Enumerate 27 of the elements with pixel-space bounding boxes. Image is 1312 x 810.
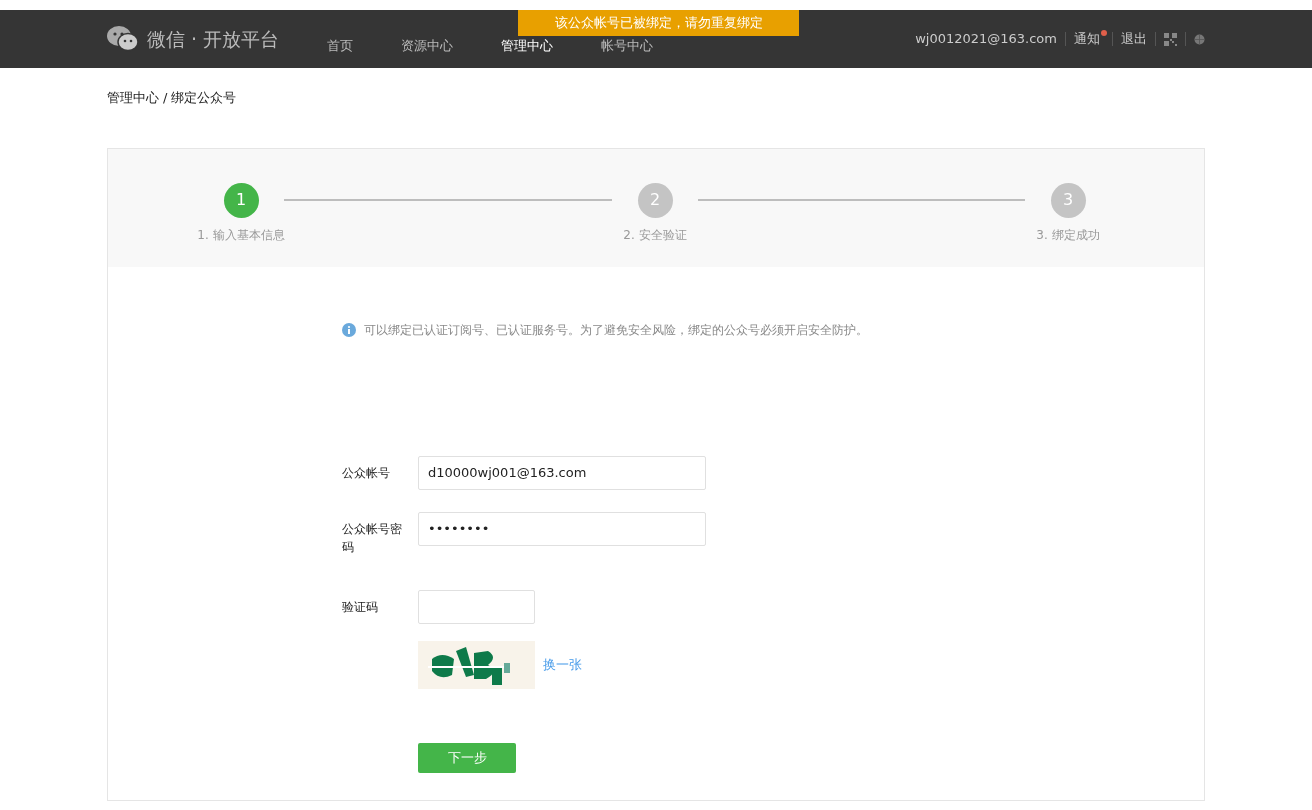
- step-label: 2. 安全验证: [623, 226, 687, 244]
- info-message: 可以绑定已认证订阅号、已认证服务号。为了避免安全风险，绑定的公众号必须开启安全防护。: [364, 321, 868, 339]
- brand-title: 微信 · 开放平台: [147, 26, 280, 52]
- breadcrumb-separator: /: [163, 89, 168, 107]
- nav-link[interactable]: 资源中心: [401, 22, 454, 56]
- captcha-field[interactable]: [418, 589, 535, 624]
- info-icon: [342, 322, 356, 337]
- field-label: 公众帐号: [342, 464, 391, 482]
- step-label: 3. 绑定成功: [1036, 226, 1100, 244]
- step-circle: 2: [637, 182, 673, 218]
- step-circle: 1: [223, 182, 259, 218]
- logout-link[interactable]: 退出: [1121, 29, 1147, 49]
- account-field[interactable]: d10000wj001@163.com: [418, 455, 706, 490]
- password-field[interactable]: ••••••••: [418, 511, 706, 546]
- field-label: 公众帐号密码: [342, 520, 403, 556]
- nav-link[interactable]: 首页: [327, 22, 354, 56]
- error-toast: 该公众帐号已被绑定，请勿重复绑定: [518, 10, 799, 36]
- step-label: 1. 输入基本信息: [197, 226, 285, 244]
- user-email: wj0012021@163.com: [915, 30, 1057, 49]
- globe-icon[interactable]: [1194, 33, 1205, 45]
- notification-link[interactable]: 通知: [1074, 31, 1100, 47]
- breadcrumb-item[interactable]: 管理中心: [107, 88, 159, 108]
- breadcrumb-item: 绑定公众号: [171, 89, 237, 107]
- chat-bubbles-icon: [107, 26, 139, 52]
- field-label: 验证码: [342, 598, 379, 616]
- step-circle: 3: [1050, 182, 1086, 218]
- qr-code-icon[interactable]: [1164, 32, 1177, 46]
